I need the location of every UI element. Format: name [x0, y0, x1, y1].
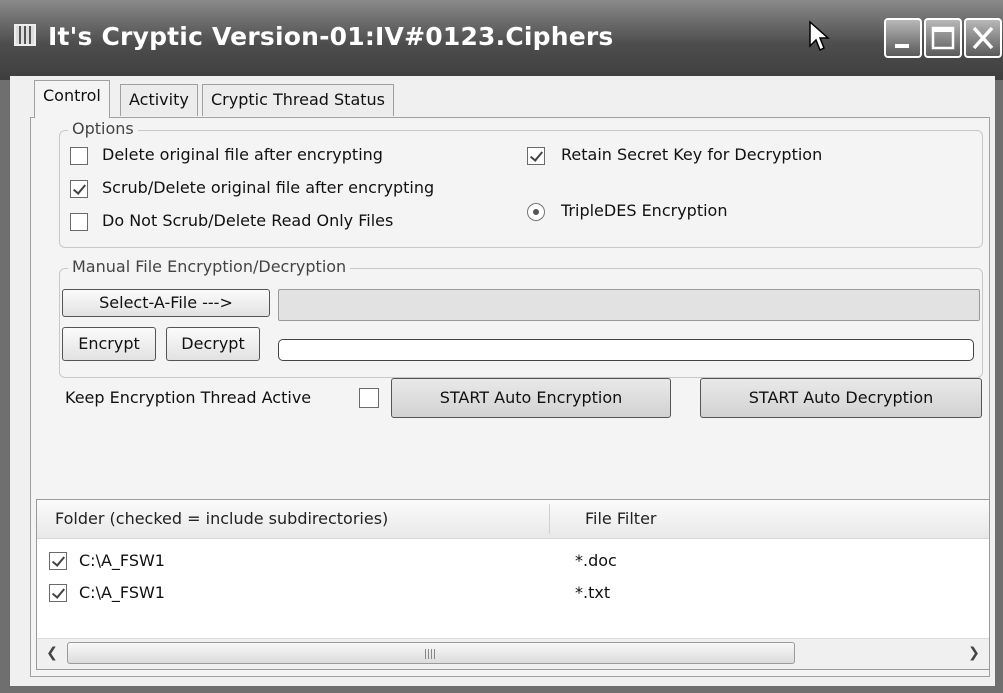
file-filter: *.doc [575, 551, 617, 570]
maximize-icon [931, 26, 955, 50]
cursor-icon [809, 20, 830, 52]
select-file-button[interactable]: Select-A-File ---> [62, 289, 270, 317]
scrub-delete-label: Scrub/Delete original file after encrypt… [102, 178, 435, 197]
tab-activity[interactable]: Activity [120, 84, 198, 116]
tab-cryptic-thread-status[interactable]: Cryptic Thread Status [202, 84, 394, 116]
title-bar[interactable]: It's Cryptic Version-01:IV#0123.Ciphers [0, 0, 1003, 80]
tab-control[interactable]: Control [34, 80, 110, 118]
no-scrub-readonly-checkbox[interactable] [70, 213, 88, 231]
scrub-delete-checkbox[interactable] [70, 180, 88, 198]
column-header-folder[interactable]: Folder (checked = include subdirectories… [55, 500, 388, 538]
app-window: It's Cryptic Version-01:IV#0123.Ciphers … [0, 0, 1003, 693]
column-header-file-filter[interactable]: File Filter [585, 500, 656, 538]
progress-bar [278, 339, 974, 361]
chevron-right-icon[interactable]: ❯ [963, 642, 985, 664]
no-scrub-readonly-label: Do Not Scrub/Delete Read Only Files [102, 211, 394, 230]
minimize-button[interactable] [884, 18, 922, 58]
folder-path: C:\A_FSW1 [79, 551, 165, 570]
retain-key-checkbox[interactable] [527, 147, 545, 165]
start-auto-decryption-button[interactable]: START Auto Decryption [700, 378, 982, 418]
start-auto-encryption-button[interactable]: START Auto Encryption [391, 378, 671, 418]
folder-list[interactable]: Folder (checked = include subdirectories… [36, 499, 990, 670]
options-legend: Options [68, 119, 138, 138]
close-button[interactable] [964, 18, 1002, 58]
scrollbar-grip [425, 649, 437, 659]
table-row[interactable]: C:\A_FSW1 *.txt [37, 578, 989, 608]
include-subdirectories-checkbox[interactable] [49, 584, 67, 602]
delete-original-label: Delete original file after encrypting [102, 145, 383, 164]
folder-list-header: Folder (checked = include subdirectories… [37, 500, 989, 539]
app-icon[interactable] [14, 24, 36, 46]
client-area: Control Activity Cryptic Thread Status O… [10, 76, 995, 686]
options-group: Options Delete original file after encry… [59, 119, 983, 248]
keep-thread-active-checkbox[interactable] [359, 388, 379, 408]
minimize-icon [895, 44, 909, 48]
table-row[interactable]: C:\A_FSW1 *.doc [37, 546, 989, 576]
maximize-button[interactable] [924, 18, 962, 58]
scrollbar-thumb[interactable] [67, 642, 795, 664]
folder-path: C:\A_FSW1 [79, 583, 165, 602]
manual-encryption-legend: Manual File Encryption/Decryption [68, 257, 351, 276]
include-subdirectories-checkbox[interactable] [49, 552, 67, 570]
close-icon [972, 26, 994, 50]
window-title: It's Cryptic Version-01:IV#0123.Ciphers [48, 22, 614, 51]
encrypt-button[interactable]: Encrypt [62, 327, 156, 361]
file-path-field[interactable] [278, 289, 980, 321]
column-divider[interactable] [549, 504, 550, 534]
retain-key-label: Retain Secret Key for Decryption [561, 145, 823, 164]
file-filter: *.txt [575, 583, 611, 602]
chevron-left-icon[interactable]: ❮ [41, 642, 63, 664]
manual-encryption-group: Manual File Encryption/Decryption Select… [59, 257, 983, 378]
tripledes-label: TripleDES Encryption [561, 201, 728, 220]
delete-original-checkbox[interactable] [70, 147, 88, 165]
decrypt-button[interactable]: Decrypt [166, 327, 260, 361]
keep-thread-active-label: Keep Encryption Thread Active [65, 388, 312, 407]
horizontal-scrollbar[interactable]: ❮ ❯ [37, 638, 989, 669]
tripledes-radio[interactable] [527, 203, 545, 221]
